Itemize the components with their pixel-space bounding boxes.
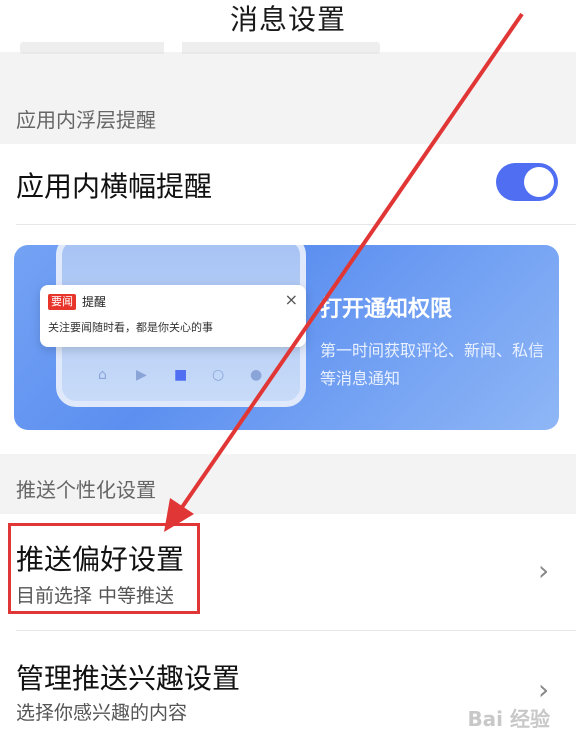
annotation-arrow bbox=[164, 12, 524, 532]
watermark-logo: Bai 经验 bbox=[467, 707, 550, 731]
